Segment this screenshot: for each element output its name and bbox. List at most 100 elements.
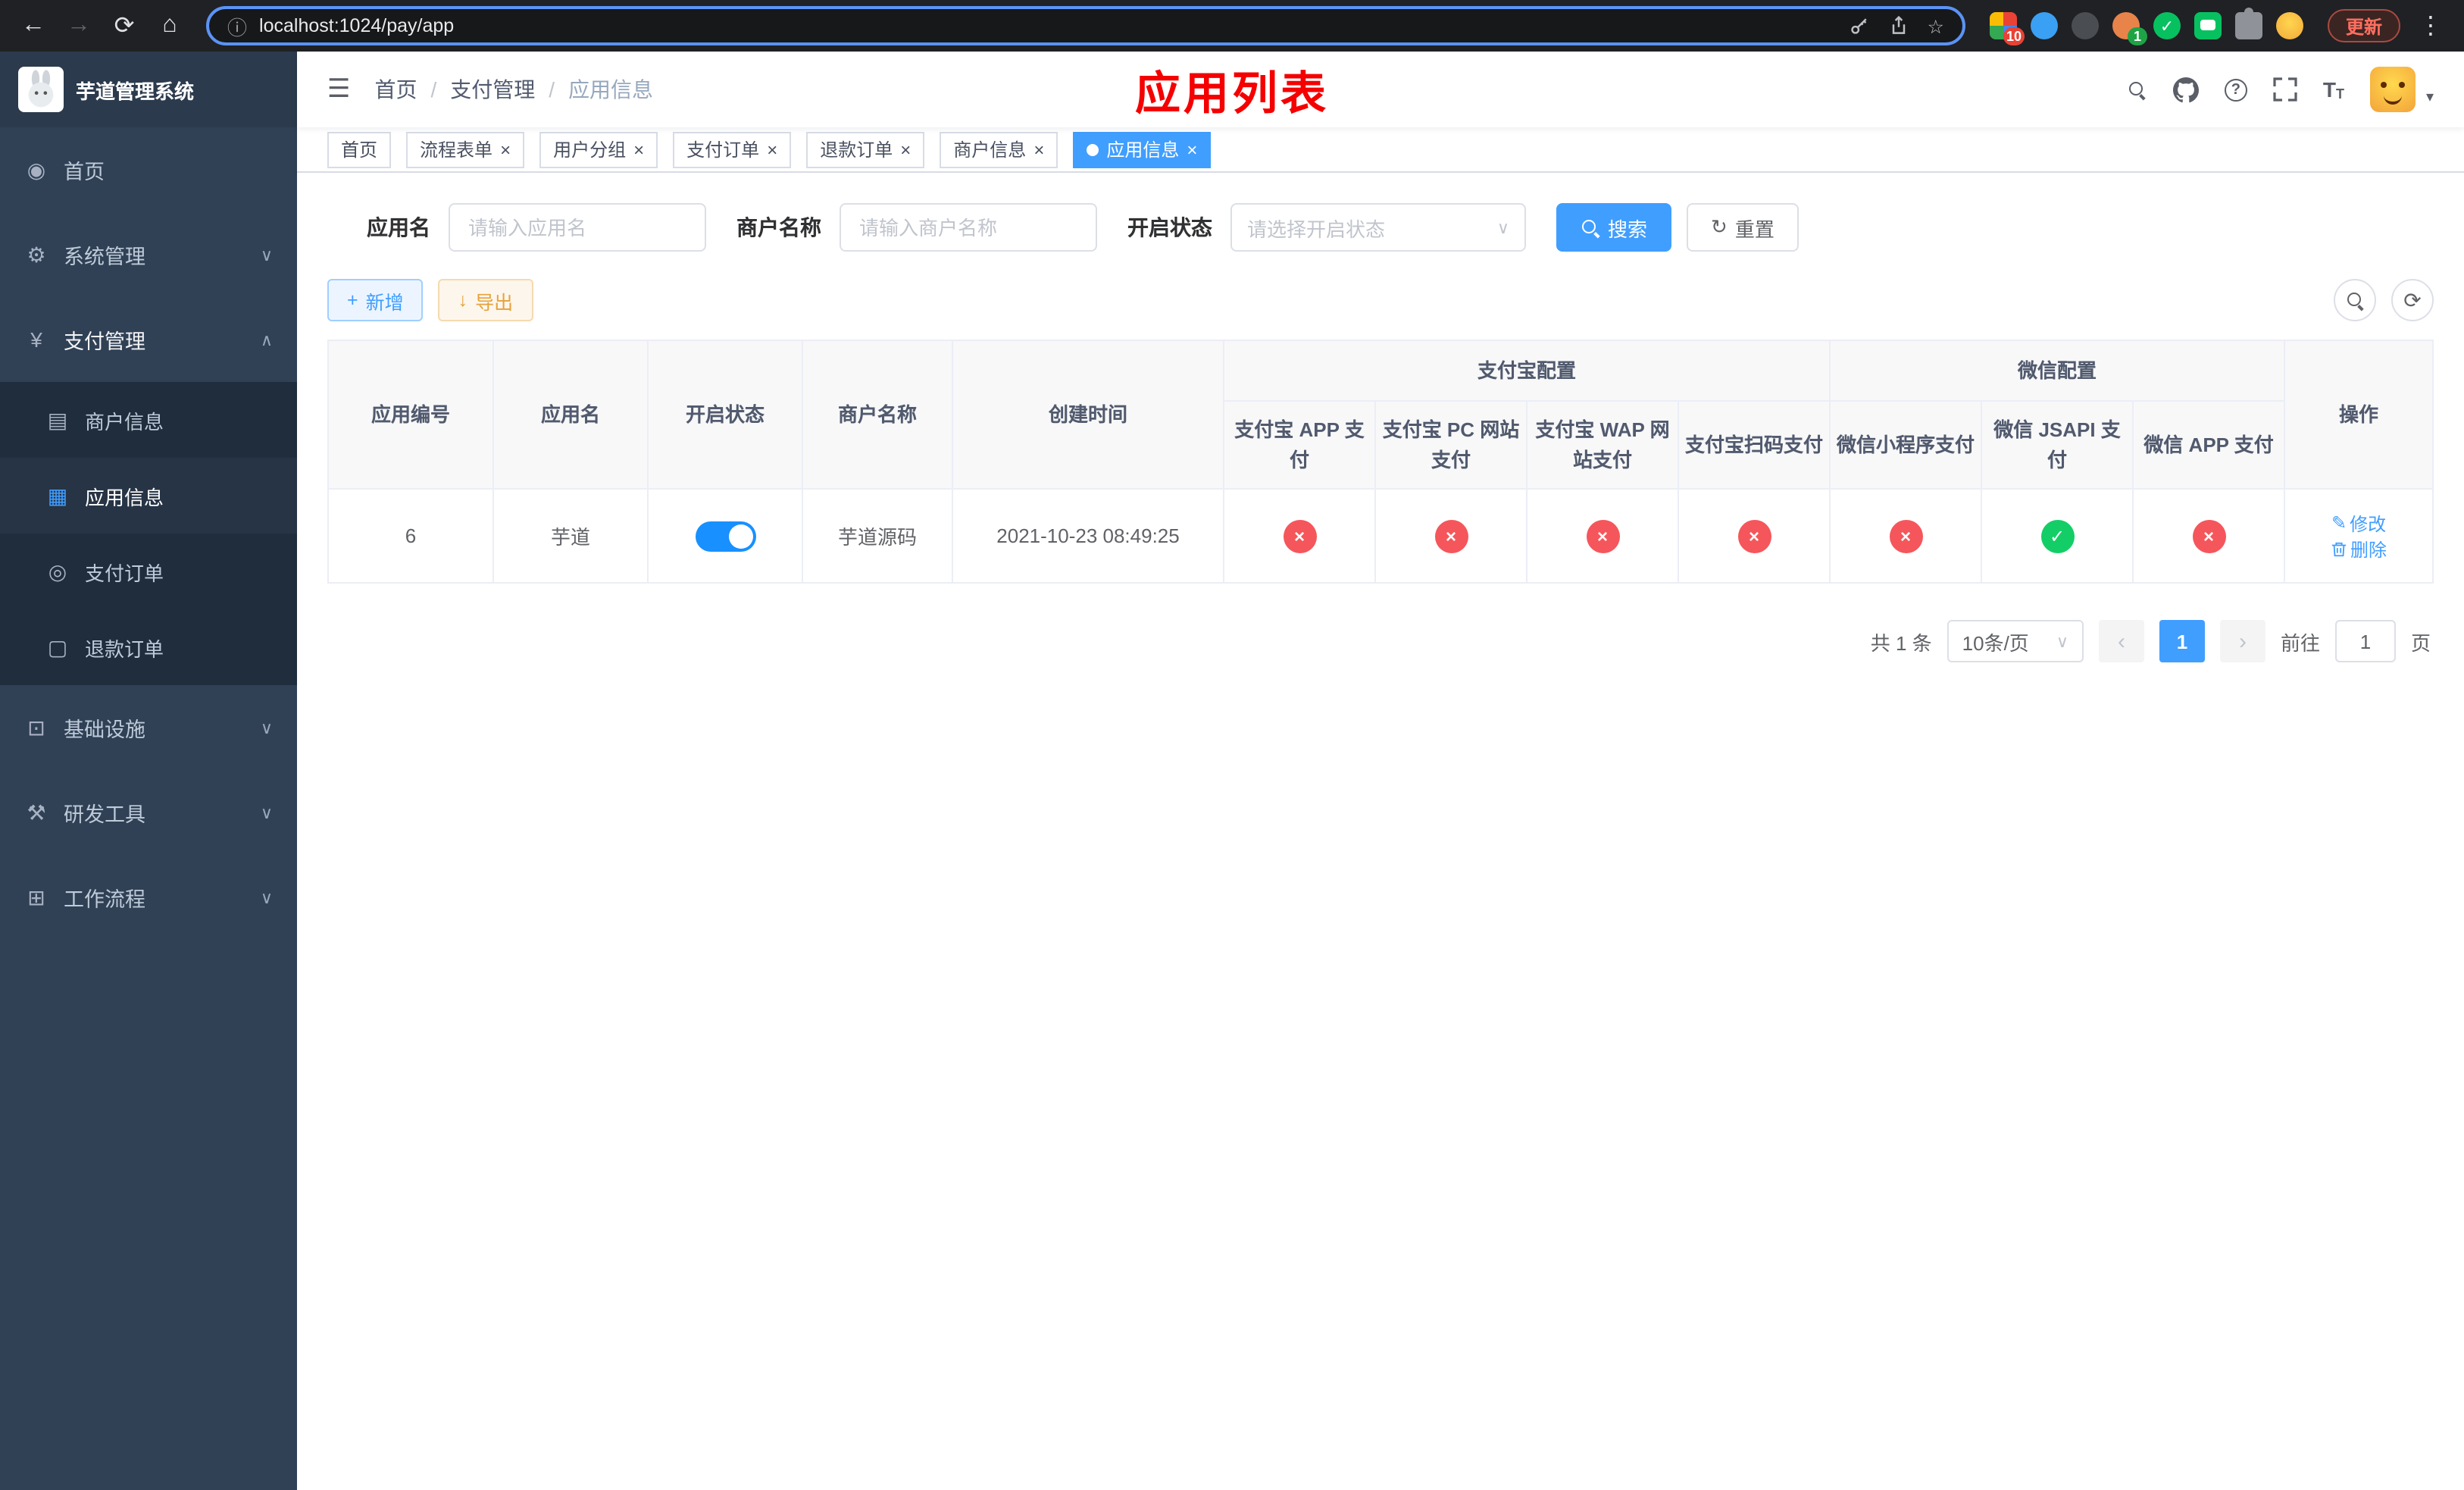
merchant-name-label: 商户名称: [736, 215, 821, 239]
breadcrumb: 首页 / 支付管理 / 应用信息: [375, 74, 654, 105]
alipay-qr-status-icon: ×: [1737, 519, 1771, 552]
extension-drop-icon[interactable]: [2030, 12, 2058, 39]
goto-page-input[interactable]: [2334, 620, 2396, 662]
wx-mini-status-icon: ×: [1889, 519, 1923, 552]
close-icon[interactable]: ×: [500, 140, 511, 158]
close-icon[interactable]: ×: [767, 140, 777, 158]
sidebar-item-payment[interactable]: ¥ 支付管理 ∧: [0, 297, 297, 382]
sidebar-item-devtools[interactable]: ⚒ 研发工具 ∨: [0, 770, 297, 855]
refresh-icon: ↻: [1711, 215, 1728, 238]
extension-chat-icon[interactable]: [2194, 12, 2222, 39]
document-icon: ▢: [47, 634, 68, 659]
page-number-button[interactable]: 1: [2159, 620, 2205, 662]
sidebar-item-home[interactable]: ◉ 首页: [0, 127, 297, 212]
edit-icon: ✎: [2331, 512, 2347, 534]
next-page-button[interactable]: ›: [2219, 620, 2265, 662]
bookmark-star-icon[interactable]: ☆: [1928, 14, 1944, 37]
forward-icon[interactable]: →: [58, 5, 100, 47]
help-icon[interactable]: ?: [2224, 78, 2247, 101]
chevron-down-icon: ∨: [1496, 219, 1509, 237]
extension-dark-icon[interactable]: [2071, 12, 2099, 39]
col-actions: 操作: [2284, 340, 2434, 490]
page-size-select[interactable]: 10条/页 ∨: [1946, 620, 2084, 662]
close-icon[interactable]: ×: [1033, 140, 1044, 158]
search-icon: [2345, 290, 2365, 310]
plus-icon: +: [347, 290, 358, 311]
search-button[interactable]: 搜索: [1556, 203, 1672, 252]
extension-check-icon[interactable]: ✓: [2153, 12, 2181, 39]
search-icon[interactable]: [2128, 80, 2147, 99]
tab-process-form[interactable]: 流程表单 ×: [406, 131, 525, 167]
extension-avatar-icon[interactable]: 1: [2112, 12, 2147, 45]
password-key-icon[interactable]: [1849, 15, 1870, 36]
close-icon[interactable]: ×: [900, 140, 911, 158]
status-select[interactable]: 请选择开启状态 ∨: [1230, 203, 1526, 252]
tab-refund-order[interactable]: 退款订单 ×: [806, 131, 925, 167]
extension-grid-icon[interactable]: 10: [1989, 12, 2025, 45]
browser-update-button[interactable]: 更新: [2327, 9, 2400, 42]
site-info-icon[interactable]: ⓘ: [227, 11, 247, 40]
grid-icon: ▦: [47, 483, 68, 507]
breadcrumb-section[interactable]: 支付管理: [450, 74, 535, 105]
profile-avatar-icon[interactable]: [2275, 12, 2303, 39]
chevron-down-icon: ∨: [2056, 633, 2068, 651]
tab-merchant-info[interactable]: 商户信息 ×: [940, 131, 1058, 167]
app-name-input[interactable]: [449, 203, 706, 252]
tab-pay-order[interactable]: 支付订单 ×: [673, 131, 792, 167]
sidebar-item-workflow[interactable]: ⊞ 工作流程 ∨: [0, 855, 297, 940]
home-icon[interactable]: ⌂: [149, 5, 191, 47]
font-size-icon[interactable]: TT: [2323, 77, 2344, 102]
share-icon[interactable]: [1888, 15, 1909, 36]
tab-user-group[interactable]: 用户分组 ×: [539, 131, 658, 167]
tab-label: 流程表单: [420, 139, 493, 161]
col-alipay-pc: 支付宝 PC 网站支付: [1374, 400, 1527, 490]
page-title: 应用列表: [1135, 70, 1329, 120]
sidebar-item-system[interactable]: ⚙ 系统管理 ∨: [0, 212, 297, 297]
fullscreen-icon[interactable]: [2273, 77, 2297, 102]
wx-jsapi-status-icon: ✓: [2040, 519, 2075, 552]
browser-menu-icon[interactable]: ⋮: [2409, 5, 2452, 47]
refresh-table-button[interactable]: ⟳: [2391, 279, 2434, 321]
back-icon[interactable]: ←: [12, 5, 55, 47]
tab-label: 商户信息: [953, 139, 1027, 161]
sidebar-item-merchant-info[interactable]: ▤ 商户信息: [0, 382, 297, 458]
tab-home[interactable]: 首页: [327, 131, 392, 167]
prev-page-button[interactable]: ‹: [2098, 620, 2144, 662]
page-content: 应用名 商户名称 开启状态 请选择开启状态 ∨: [297, 173, 2464, 1490]
close-icon[interactable]: ×: [633, 140, 644, 158]
sidebar-item-label: 系统管理: [64, 246, 145, 268]
edit-button[interactable]: ✎ 修改: [2331, 510, 2386, 536]
tags-view-bar: 首页 流程表单 × 用户分组 × 支付订单 × 退款订单 × 商户信息 × 应用…: [297, 127, 2464, 173]
delete-button[interactable]: 删除: [2331, 536, 2387, 562]
sidebar-item-label: 支付订单: [85, 562, 164, 584]
sidebar-item-app-info[interactable]: ▦ 应用信息: [0, 458, 297, 534]
sidebar-item-infra[interactable]: ⊡ 基础设施 ∨: [0, 685, 297, 770]
enabled-toggle[interactable]: [695, 521, 755, 551]
user-avatar[interactable]: [2369, 67, 2416, 112]
github-icon[interactable]: [2172, 77, 2199, 102]
extensions-puzzle-icon[interactable]: [2234, 8, 2262, 39]
toggle-search-button[interactable]: [2334, 279, 2376, 321]
chevron-down-icon: ∨: [260, 719, 273, 737]
reload-icon[interactable]: ⟳: [103, 5, 145, 47]
sidebar-item-refund-order[interactable]: ▢ 退款订单: [0, 609, 297, 685]
sidebar-item-pay-order[interactable]: ◎ 支付订单: [0, 534, 297, 609]
app-table: 应用编号 应用名 开启状态 商户名称 创建时间 支付宝配置 微信配置 操作 支付…: [327, 340, 2434, 584]
tab-app-info[interactable]: 应用信息 ×: [1073, 131, 1212, 167]
trash-icon: [2331, 541, 2347, 556]
hamburger-icon[interactable]: ☰: [327, 74, 351, 105]
wx-app-status-icon: ×: [2192, 519, 2226, 552]
merchant-name-input[interactable]: [840, 203, 1097, 252]
address-bar[interactable]: ⓘ localhost:1024/pay/app ☆: [206, 6, 1965, 45]
add-button[interactable]: + 新增: [327, 279, 424, 321]
status-label: 开启状态: [1127, 215, 1212, 239]
breadcrumb-home[interactable]: 首页: [375, 74, 417, 105]
caret-down-icon[interactable]: ▾: [2426, 89, 2434, 106]
sidebar-item-label: 商户信息: [85, 410, 164, 433]
reset-button[interactable]: ↻ 重置: [1687, 203, 1799, 252]
breadcrumb-separator: /: [430, 77, 437, 102]
close-icon[interactable]: ×: [1187, 140, 1197, 158]
export-button[interactable]: ↓ 导出: [438, 279, 533, 321]
col-alipay-qr: 支付宝扫码支付: [1677, 400, 1831, 490]
status-select-placeholder: 请选择开启状态: [1247, 218, 1386, 240]
